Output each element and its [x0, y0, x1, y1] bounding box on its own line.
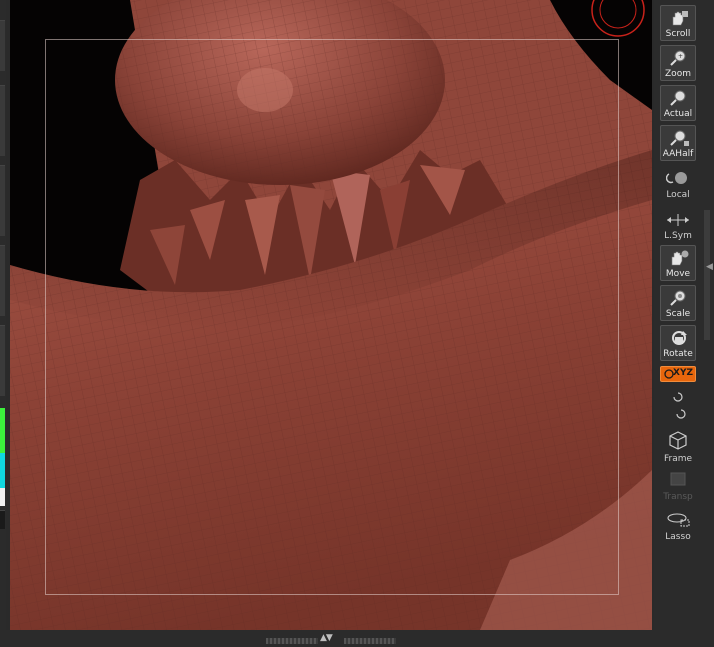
move-button[interactable]: Move [660, 245, 696, 281]
rotate-label: Rotate [663, 349, 693, 359]
cube-frame-icon [669, 431, 687, 450]
aahalf-label: AAHalf [662, 149, 694, 159]
scale-label: Scale [665, 309, 691, 319]
local-symmetry-icon [667, 214, 689, 226]
frame-label: Frame [663, 454, 693, 464]
bottom-grip-left[interactable] [266, 638, 318, 644]
sculpt-mesh [10, 0, 652, 630]
left-shelf-segment[interactable] [0, 85, 5, 156]
bottom-tray-toggle-icon[interactable]: ▲▼ [320, 633, 333, 643]
xyz-toggle[interactable]: XYZ [660, 366, 696, 382]
y-rotate-icon [673, 392, 683, 402]
lasso-button[interactable]: Lasso [654, 512, 702, 542]
tray-scrollbar[interactable] [704, 210, 710, 340]
left-shelf-segment[interactable] [0, 165, 5, 236]
rotate-icon [672, 331, 687, 345]
lsym-button[interactable]: L.Sym [654, 212, 702, 241]
magnifier-aahalf-icon [670, 130, 689, 146]
transparency-icon [670, 472, 686, 486]
lasso-label: Lasso [665, 532, 691, 542]
local-label: Local [666, 190, 690, 200]
magnifier-zoom-icon: + [670, 50, 686, 66]
lasso-icon [667, 513, 690, 527]
left-shelf [0, 0, 6, 647]
move-label: Move [665, 269, 691, 279]
scroll-label: Scroll [665, 29, 691, 39]
zoom-button[interactable]: + Zoom [660, 45, 696, 81]
left-shelf-segment[interactable] [0, 325, 5, 396]
transp-label: Transp [663, 492, 693, 502]
svg-text:+: + [678, 53, 683, 60]
tray-expand-icon[interactable]: ◀ [706, 262, 713, 272]
orientation-gizmo [591, 0, 645, 37]
hand-scroll-icon [672, 11, 688, 26]
z-rotate-icon [676, 409, 686, 419]
color-picker-white[interactable] [0, 488, 5, 506]
local-sphere-icon [665, 172, 687, 184]
frame-button[interactable]: Frame [654, 430, 702, 464]
local-button[interactable]: Local [654, 170, 702, 200]
actual-label: Actual [663, 109, 693, 119]
scale-button[interactable]: Scale [660, 285, 696, 321]
xyz-label: XYZ [673, 368, 693, 378]
left-shelf-segment[interactable] [0, 20, 5, 71]
zoom-label: Zoom [665, 69, 691, 79]
left-shelf-segment[interactable] [0, 245, 5, 316]
rotate-button[interactable]: Rotate [660, 325, 696, 361]
lsym-label: L.Sym [664, 231, 692, 241]
aahalf-button[interactable]: AAHalf [660, 125, 696, 161]
actual-button[interactable]: Actual [660, 85, 696, 121]
bottom-grip-right[interactable] [344, 638, 396, 644]
color-picker-cyan[interactable] [0, 453, 5, 488]
hand-move-icon [671, 250, 689, 266]
magnifier-actual-icon [670, 90, 686, 106]
scroll-button[interactable]: Scroll [660, 5, 696, 41]
transp-button[interactable]: Transp [654, 470, 702, 502]
magnifier-scale-icon [670, 290, 686, 306]
right-tray-strip[interactable]: ◀ [702, 0, 714, 647]
left-shelf-segment [0, 510, 5, 529]
right-shelf: Scroll + Zoom Actual AAHalf Local L.Sym … [654, 0, 702, 647]
color-picker-green[interactable] [0, 408, 5, 453]
z-rotate-toggle[interactable] [654, 405, 702, 424]
bottom-tray-strip[interactable]: ▲▼ [0, 630, 714, 647]
document-canvas[interactable] [10, 0, 652, 630]
